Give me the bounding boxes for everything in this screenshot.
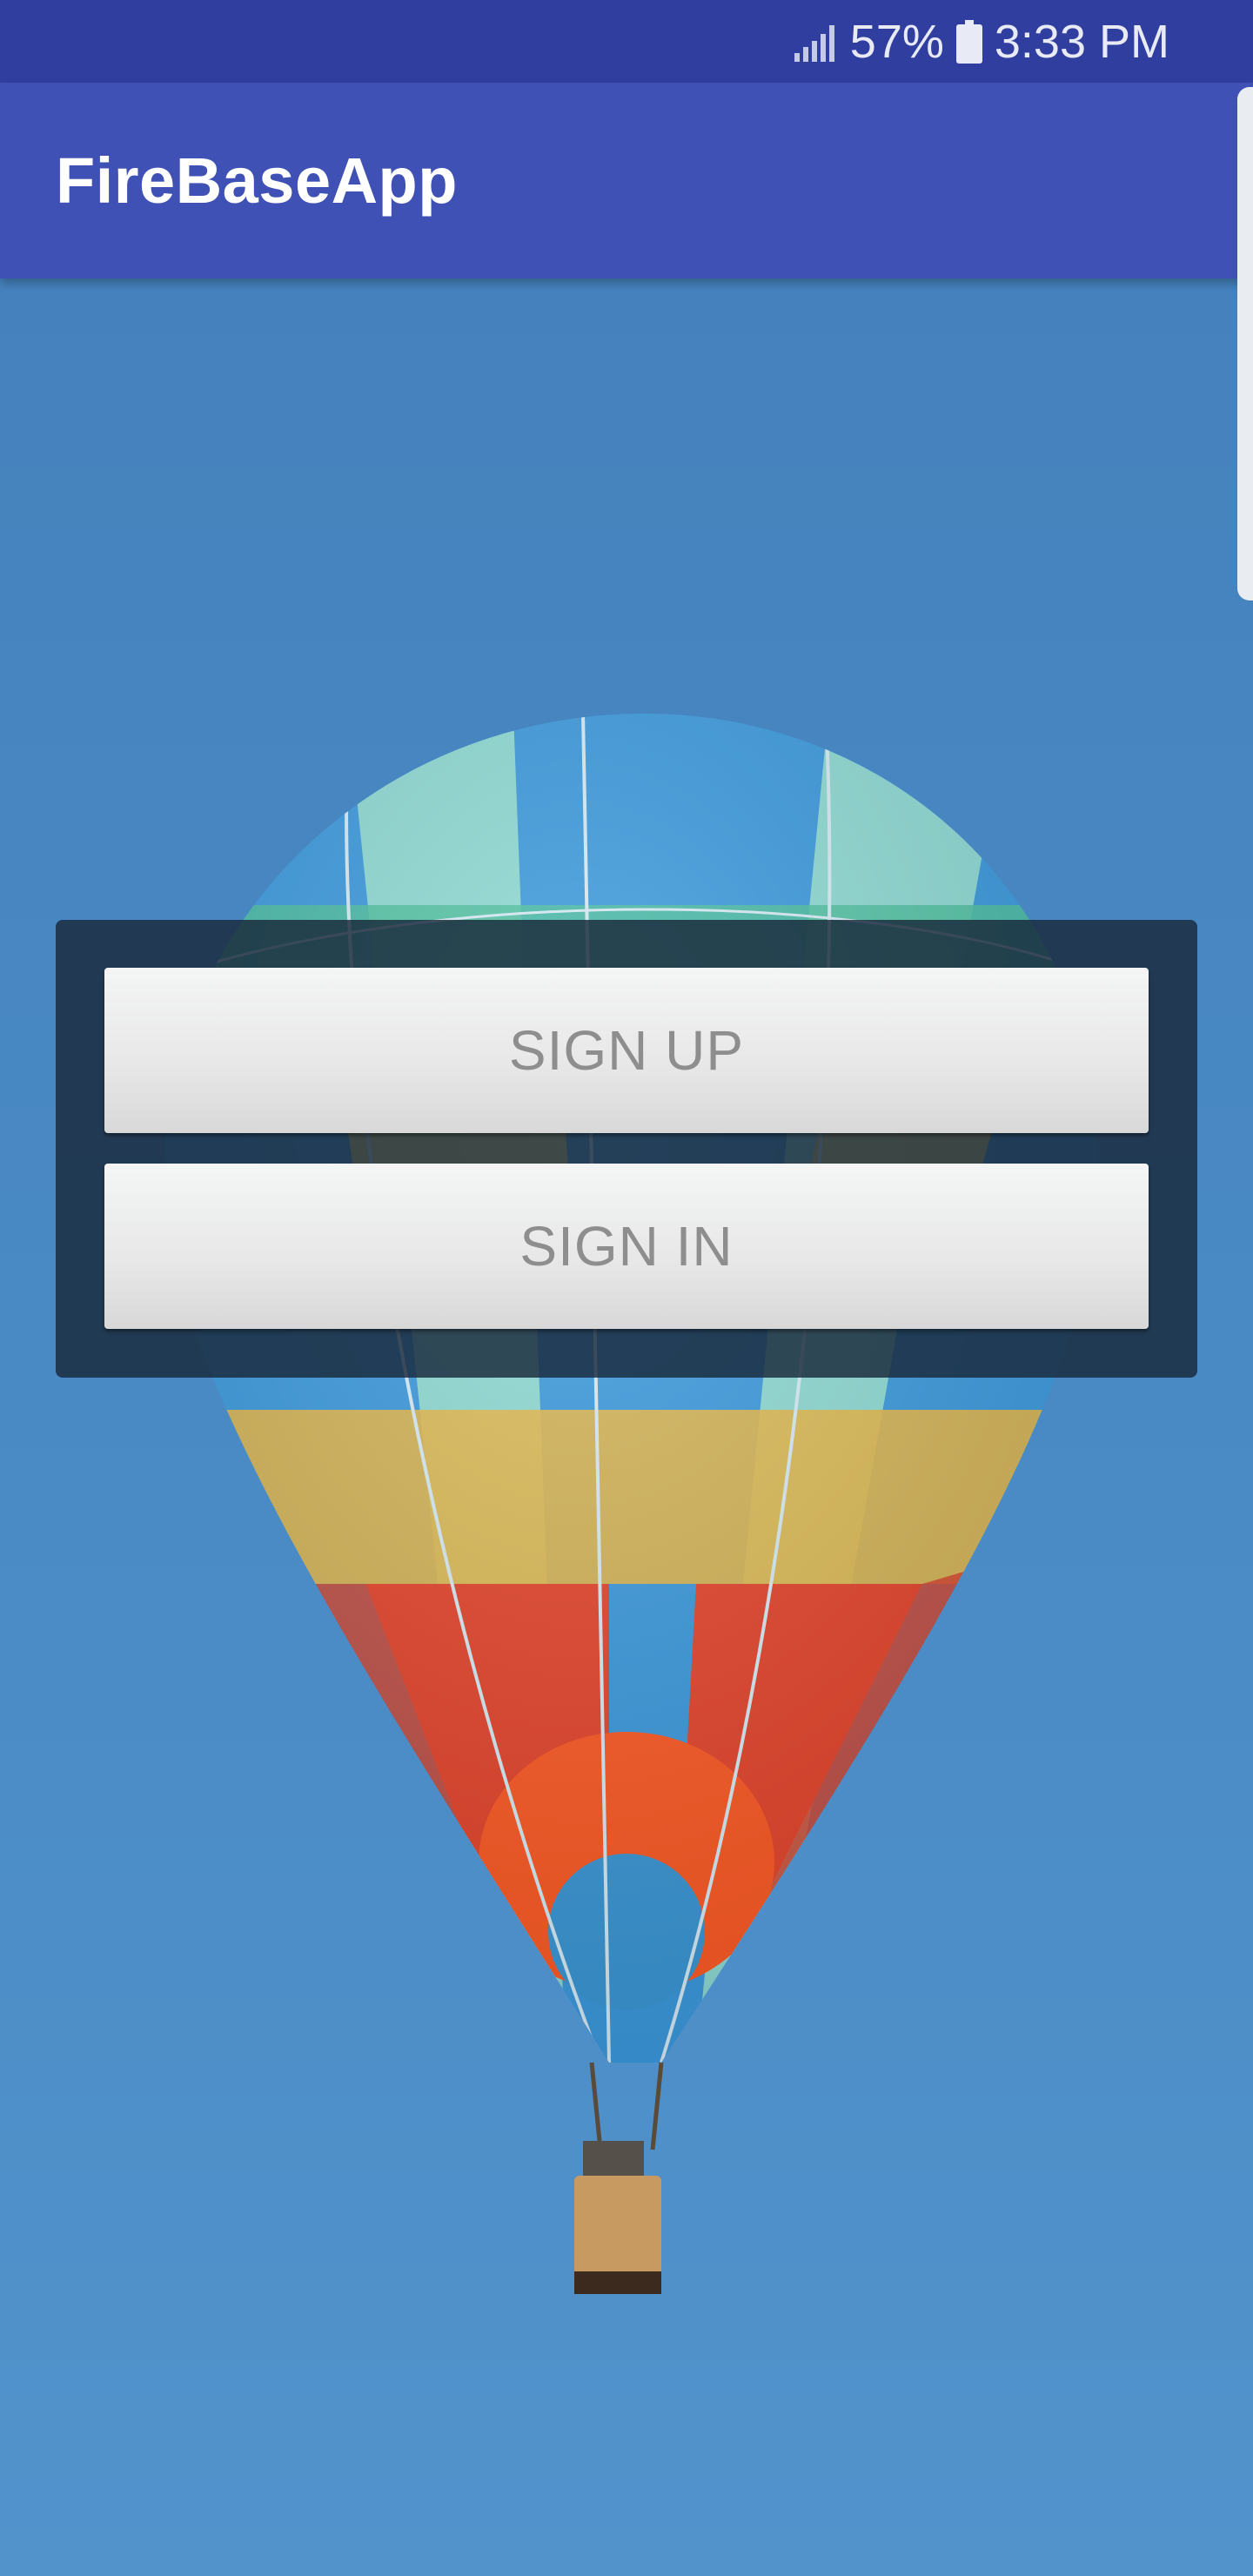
battery-percent: 57% [849, 15, 944, 68]
main-content [0, 278, 1253, 2576]
signal-strength-icon [793, 21, 838, 63]
status-bar: 57% 3:33 PM [0, 0, 1253, 83]
battery-icon [955, 19, 982, 64]
status-time: 3:33 PM [994, 15, 1169, 68]
app-title: FireBaseApp [56, 144, 458, 217]
balloon-background-image [164, 714, 1099, 2294]
sign-up-button[interactable]: SIGN UP [104, 968, 1149, 1133]
status-indicators: 57% 3:33 PM [793, 0, 1169, 83]
app-bar: FireBaseApp [0, 83, 1253, 278]
auth-button-panel: SIGN UP SIGN IN [56, 920, 1197, 1378]
sign-in-button[interactable]: SIGN IN [104, 1164, 1149, 1329]
scroll-handle[interactable] [1237, 87, 1253, 600]
